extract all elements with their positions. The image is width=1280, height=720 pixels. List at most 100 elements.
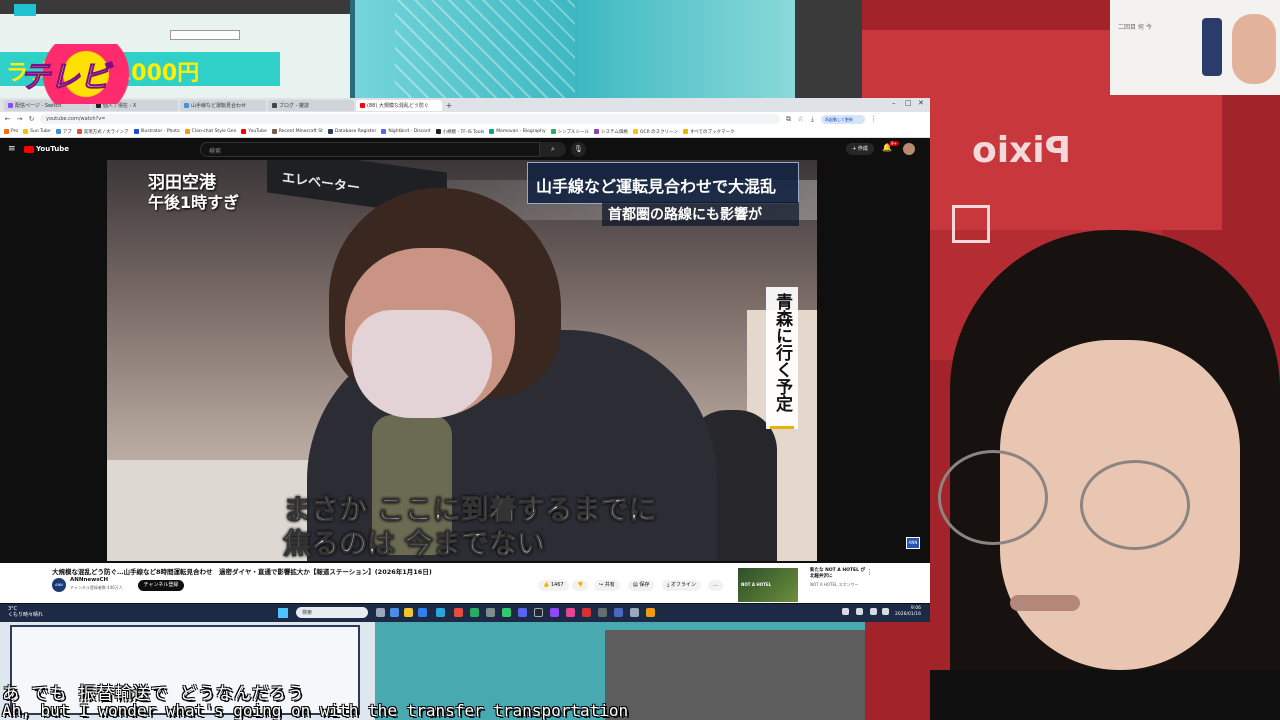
close-icon[interactable]: ✕ [918, 99, 924, 107]
bookmark-item[interactable]: 実現方式 / 大ラインア [76, 129, 129, 135]
app-icon-green[interactable] [470, 608, 479, 617]
subscribe-button[interactable]: チャンネル登録 [138, 580, 184, 591]
app-icon-blue[interactable] [614, 608, 623, 617]
edge-icon[interactable] [418, 608, 427, 617]
line-icon[interactable] [502, 608, 511, 617]
app-icon[interactable] [390, 608, 399, 617]
task-view-icon[interactable] [376, 608, 385, 617]
hamburger-menu-icon[interactable]: ≡ [8, 144, 16, 154]
extension-icon[interactable]: ⧉ [785, 115, 792, 124]
search-input[interactable]: 検索 [200, 142, 540, 157]
share-button[interactable]: ↪ 共有 [594, 580, 620, 591]
url-field[interactable]: youtube.com/watch?v= [40, 114, 780, 124]
create-button[interactable]: + 作成 [846, 143, 874, 155]
update-button[interactable]: 再起動して更新 [821, 114, 865, 124]
bookmark-item[interactable]: OCR のスクリーン [632, 129, 678, 135]
bookmark-label: YouTube [248, 129, 267, 134]
bookmark-label: 実現方式 / 大ラインア [83, 129, 129, 135]
forward-icon[interactable]: → [16, 115, 23, 123]
account-avatar[interactable] [903, 143, 915, 155]
bookmark-favicon-icon [4, 129, 9, 134]
tray-chevron-icon[interactable] [842, 608, 849, 615]
bookmark-star-icon[interactable]: ☆ [797, 115, 804, 123]
bookmark-item[interactable]: Sun Tube [23, 129, 51, 134]
file-explorer-icon[interactable] [404, 608, 413, 617]
tab-label: ブログ - 雑誌 [279, 102, 309, 109]
chrome-icon[interactable] [454, 608, 463, 617]
more-actions-button[interactable]: … [708, 580, 723, 591]
search-icon[interactable]: ⌕ [540, 142, 566, 157]
recommended-title[interactable]: 新たな NOT A HOTEL が北軽井沢に [810, 568, 866, 580]
bookmark-item[interactable]: Database Register [327, 129, 377, 134]
offline-button[interactable]: ⤓ オフライン [662, 580, 701, 591]
tab-favicon-icon [360, 102, 365, 108]
like-button[interactable]: 👍 1467 [538, 580, 569, 591]
bookmark-favicon-icon [184, 129, 190, 134]
bookmark-item[interactable]: YouTube [241, 129, 267, 134]
app-icon-pink[interactable] [566, 608, 575, 617]
weather-widget[interactable]: 3°C くもり時々晴れ [8, 606, 43, 618]
bookmark-favicon-icon [133, 129, 139, 134]
back-icon[interactable]: ← [4, 115, 11, 123]
decoration [395, 0, 575, 100]
video-info-panel: 大規模な混乱どう防ぐ…山手線など8時間運転見合わせ 過密ダイヤ・直通で影響拡大か… [0, 563, 930, 603]
twitch-icon[interactable] [550, 608, 559, 617]
app-icon-gray[interactable] [486, 608, 495, 617]
start-button-icon[interactable] [278, 608, 288, 618]
monitor-button [14, 4, 36, 16]
volume-icon[interactable] [882, 608, 889, 615]
record-icon[interactable] [582, 608, 591, 617]
bookmark-item[interactable]: Illustrator - Photo [133, 129, 180, 134]
browser-tab[interactable]: ブログ - 雑誌 [268, 99, 354, 111]
save-button[interactable]: ▤ 保存 [628, 580, 655, 591]
clock[interactable]: 9:06 2026/01/16 [895, 606, 921, 618]
glasses-right [1080, 460, 1190, 550]
background-wall [795, 0, 865, 100]
bookmark-item[interactable]: システム価格 [594, 129, 628, 135]
bookmark-item[interactable]: Recent Minecraft St [271, 129, 323, 134]
tray-app-icon[interactable] [856, 608, 863, 615]
bookmark-item[interactable]: Momovan - Biography [489, 129, 546, 134]
dislike-button[interactable]: 👎 [572, 580, 589, 591]
bookmarks-bar: Pro Sun Tube アプ 実現方式 / 大ラインア Illustrator - P… [0, 126, 930, 138]
bookmark-item[interactable]: Pro [4, 129, 18, 134]
bookmark-item[interactable]: Nightbird - Discord [381, 129, 431, 134]
maximize-icon[interactable]: □ [905, 99, 912, 107]
microphone-icon[interactable]: 🎙 [571, 142, 586, 157]
browser-tab[interactable]: (88) 大規模な混乱どう防ぐ [356, 99, 442, 111]
recommended-thumbnail[interactable]: NOT A HOTEL [738, 568, 798, 602]
download-icon[interactable]: ⤓ [809, 115, 816, 124]
bookmark-item[interactable]: アプ [55, 129, 72, 135]
bookmark-item[interactable]: 小規模 - TF-IS Tools [435, 129, 485, 135]
address-bar: ← → ↻ youtube.com/watch?v= ⧉ ☆ ⤓ 再起動して更新… [0, 112, 930, 126]
discord-icon[interactable] [518, 608, 527, 617]
streamer-shirt [930, 670, 1280, 720]
obs-icon[interactable] [598, 608, 607, 617]
store-icon[interactable] [436, 608, 445, 617]
minimize-icon[interactable]: – [892, 99, 896, 107]
location-name: 羽田空港 [148, 173, 216, 193]
inset-text: 二回目 何 今 [1118, 24, 1152, 31]
channel-avatar[interactable]: ANN [52, 578, 66, 592]
bookmark-label: 小規模 - TF-IS Tools [442, 129, 485, 135]
streamer-mouth [1010, 595, 1080, 611]
bookmark-item[interactable]: すべてのブックマーク [682, 129, 734, 135]
taskbar-search[interactable]: 検索 [296, 607, 368, 618]
channel-name[interactable]: ANNnewsCH [70, 577, 108, 583]
menu-dots-icon[interactable]: ⋮ [870, 115, 877, 123]
tab-label: (88) 大規模な混乱どう防ぐ [367, 102, 429, 109]
bookmark-item[interactable]: Clan-chat Style Gen [184, 129, 236, 134]
bookmark-item[interactable]: シンプルシール [550, 129, 589, 135]
steam-icon[interactable] [534, 608, 543, 617]
reload-icon[interactable]: ↻ [28, 115, 35, 123]
bookmark-label: システム価格 [601, 129, 628, 135]
bookmark-label: Database Register [334, 129, 377, 134]
wifi-icon[interactable] [870, 608, 877, 615]
app-icon-orange[interactable] [646, 608, 655, 617]
new-tab-button[interactable]: + [444, 101, 454, 110]
settings-icon[interactable] [630, 608, 639, 617]
bookmark-favicon-icon [23, 129, 29, 134]
youtube-logo[interactable]: YouTube [24, 145, 69, 153]
tab-label: 山手線など運転見合わせ [191, 102, 247, 109]
kebab-menu-icon[interactable]: ⋮ [866, 568, 873, 576]
